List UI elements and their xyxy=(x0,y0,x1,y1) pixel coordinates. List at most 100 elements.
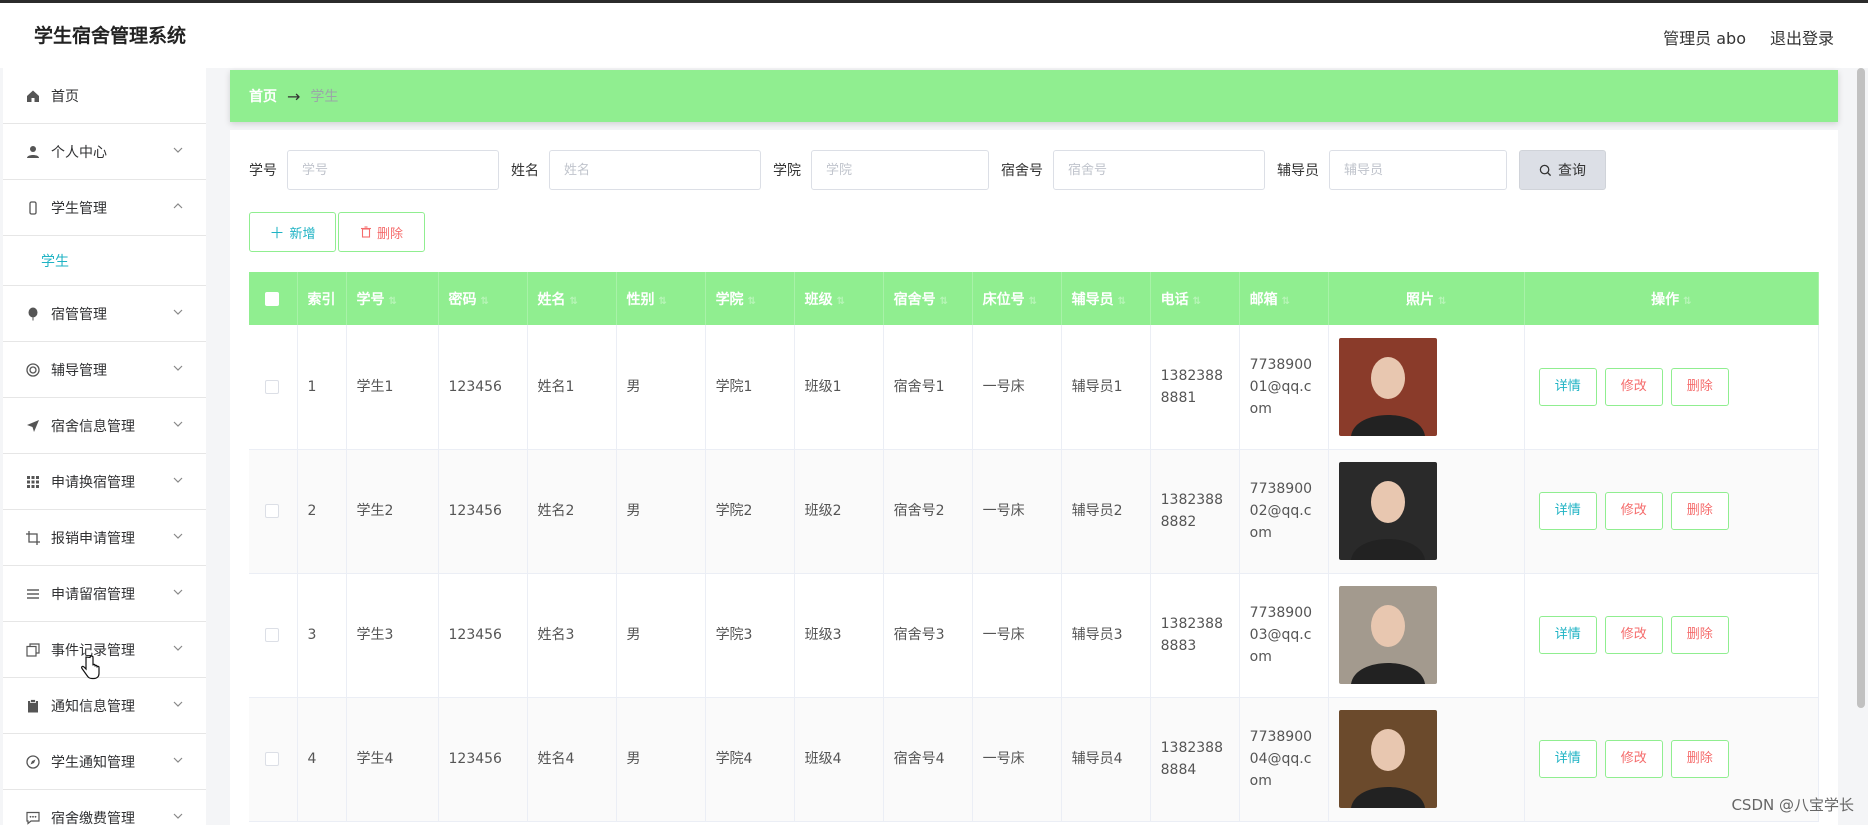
column-header-8[interactable]: 床位号 ⇅ xyxy=(972,272,1062,325)
detail-button[interactable]: 详情 xyxy=(1538,740,1597,778)
column-header-7[interactable]: 宿舍号 ⇅ xyxy=(883,272,973,325)
edit-button[interactable]: 修改 xyxy=(1604,616,1663,654)
sort-icon: ⇅ xyxy=(939,295,948,307)
column-header-5[interactable]: 学院 ⇅ xyxy=(705,272,795,325)
add-button[interactable]: ＋ 新增 xyxy=(249,212,336,252)
search-icon xyxy=(1539,164,1552,176)
sidebar-item-11[interactable]: 学生通知管理 xyxy=(3,734,206,790)
delete-button[interactable]: 删除 xyxy=(1670,616,1729,654)
column-header-3[interactable]: 姓名 ⇅ xyxy=(527,272,617,325)
sidebar-item-8[interactable]: 申请留宿管理 xyxy=(3,566,206,622)
column-header-13[interactable]: 操作 ⇅ xyxy=(1524,272,1820,325)
row-checkbox[interactable] xyxy=(265,504,279,518)
cell-gender: 男 xyxy=(616,449,706,574)
sidebar-item-1[interactable]: 个人中心 xyxy=(3,124,206,180)
cell-email: 773890004@qq.com xyxy=(1239,697,1329,822)
column-header-11[interactable]: 邮箱 ⇅ xyxy=(1239,272,1329,325)
student-photo[interactable] xyxy=(1338,337,1437,436)
cell-name: 姓名4 xyxy=(527,697,617,822)
cell-dorm: 宿舍号4 xyxy=(883,697,973,822)
logout-link[interactable]: 退出登录 xyxy=(1770,25,1834,49)
column-header-label: 密码 xyxy=(448,291,477,308)
student-photo[interactable] xyxy=(1338,586,1437,684)
query-button[interactable]: 查询 xyxy=(1519,150,1606,190)
sidebar-item-4[interactable]: 辅导管理 xyxy=(3,342,206,398)
sidebar-item-3[interactable]: 宿管管理 xyxy=(3,286,206,342)
edit-button[interactable]: 修改 xyxy=(1604,367,1663,406)
search-input-sid[interactable] xyxy=(287,150,499,190)
cell-email: 773890001@qq.com xyxy=(1239,325,1329,450)
sidebar-item-label: 通知信息管理 xyxy=(51,698,135,715)
delete-button[interactable]: 删除 xyxy=(1670,367,1729,406)
sort-icon: ⇅ xyxy=(658,295,667,307)
detail-button[interactable]: 详情 xyxy=(1538,616,1597,654)
delete-button[interactable]: 删除 xyxy=(1670,740,1729,778)
breadcrumb: 首页 → 学生 xyxy=(230,70,1838,122)
chevron-down-icon xyxy=(173,533,183,539)
sidebar-item-label: 申请留宿管理 xyxy=(51,586,135,603)
search-form: 学号 姓名 学院 宿舍号 辅导员 查询 xyxy=(249,150,1606,190)
batch-delete-button[interactable]: 删除 xyxy=(338,212,425,252)
cell-bed: 一号床 xyxy=(972,325,1062,450)
search-input-college[interactable] xyxy=(811,150,989,190)
select-all-checkbox[interactable] xyxy=(265,291,279,306)
cell-actions: 详情 修改 删除 xyxy=(1524,449,1820,574)
sidebar-item-5[interactable]: 宿舍信息管理 xyxy=(3,398,206,454)
sidebar-item-0[interactable]: 首页 xyxy=(3,68,206,124)
action-bar: ＋ 新增 删除 xyxy=(249,212,425,252)
cell-email: 773890003@qq.com xyxy=(1239,573,1329,698)
search-input-counselor[interactable] xyxy=(1329,150,1507,190)
clipboard-icon xyxy=(25,698,41,714)
sidebar-item-7[interactable]: 报销申请管理 xyxy=(3,510,206,566)
row-checkbox[interactable] xyxy=(265,752,279,766)
column-header-2[interactable]: 密码 ⇅ xyxy=(438,272,528,325)
sidebar-subitem-2-0[interactable]: 学生 xyxy=(3,236,206,286)
column-header-12[interactable]: 照片 ⇅ xyxy=(1328,272,1525,325)
search-input-name[interactable] xyxy=(549,150,761,190)
delete-button[interactable]: 删除 xyxy=(1670,492,1729,530)
edit-button[interactable]: 修改 xyxy=(1604,492,1663,530)
sidebar-item-6[interactable]: 申请换宿管理 xyxy=(3,454,206,510)
table-row: 1 学生1 123456 姓名1 男学院1 班级1 宿舍号1 一号床 辅导员1 138238888… xyxy=(249,325,1820,450)
cell-pwd: 123456 xyxy=(438,325,528,450)
sidebar-item-10[interactable]: 通知信息管理 xyxy=(3,678,206,734)
column-header-label: 学号 xyxy=(356,291,385,308)
column-header-6[interactable]: 班级 ⇅ xyxy=(794,272,884,325)
search-label-dorm: 宿舍号 xyxy=(1001,163,1043,179)
chat-icon xyxy=(25,810,41,825)
cell-college: 学院1 xyxy=(705,325,795,450)
sidebar-item-9[interactable]: 事件记录管理 xyxy=(3,622,206,678)
admin-user-label[interactable]: 管理员 abo xyxy=(1663,25,1746,49)
column-header-1[interactable]: 学号 ⇅ xyxy=(346,272,439,325)
edit-button[interactable]: 修改 xyxy=(1604,740,1663,778)
cell-photo xyxy=(1328,449,1525,574)
breadcrumb-home[interactable]: 首页 xyxy=(249,86,277,106)
plus-icon: ＋ xyxy=(269,223,285,242)
student-photo[interactable] xyxy=(1338,710,1437,808)
cell-phone: 13823888881 xyxy=(1150,325,1240,450)
sort-icon: ⇅ xyxy=(388,295,397,307)
column-header-4[interactable]: 性别 ⇅ xyxy=(616,272,706,325)
sidebar-item-2[interactable]: 学生管理 xyxy=(3,180,206,236)
student-table: 索引 学号 ⇅ 密码 ⇅ 姓名 ⇅ 性别 ⇅ 学院 ⇅ 班级 ⇅ 宿舍号 ⇅ 床位号 ⇅ 辅导员 ⇅ 电话 ⇅ 邮箱 ⇅ 照片… xyxy=(249,272,1820,822)
row-checkbox[interactable] xyxy=(265,628,279,642)
column-header-label: 班级 xyxy=(804,291,833,308)
detail-button[interactable]: 详情 xyxy=(1538,367,1597,406)
search-input-dorm[interactable] xyxy=(1053,150,1265,190)
query-button-label: 查询 xyxy=(1558,163,1586,179)
column-header-9[interactable]: 辅导员 ⇅ xyxy=(1061,272,1151,325)
chevron-down-icon xyxy=(173,147,183,153)
app-title: 学生宿舍管理系统 xyxy=(34,25,187,47)
column-header-10[interactable]: 电话 ⇅ xyxy=(1150,272,1240,325)
column-header-0[interactable]: 索引 xyxy=(297,272,347,325)
cell-counselor: 辅导员3 xyxy=(1061,573,1151,698)
detail-button[interactable]: 详情 xyxy=(1538,492,1597,530)
target-icon xyxy=(25,362,41,378)
page-scrollbar[interactable] xyxy=(1857,68,1865,708)
student-photo[interactable] xyxy=(1338,462,1437,560)
sort-icon: ⇅ xyxy=(1028,295,1037,307)
sidebar-item-12[interactable]: 宿舍缴费管理 xyxy=(3,790,206,825)
row-checkbox[interactable] xyxy=(265,379,279,394)
row-select-cell xyxy=(249,573,298,698)
grid-icon xyxy=(25,474,41,490)
